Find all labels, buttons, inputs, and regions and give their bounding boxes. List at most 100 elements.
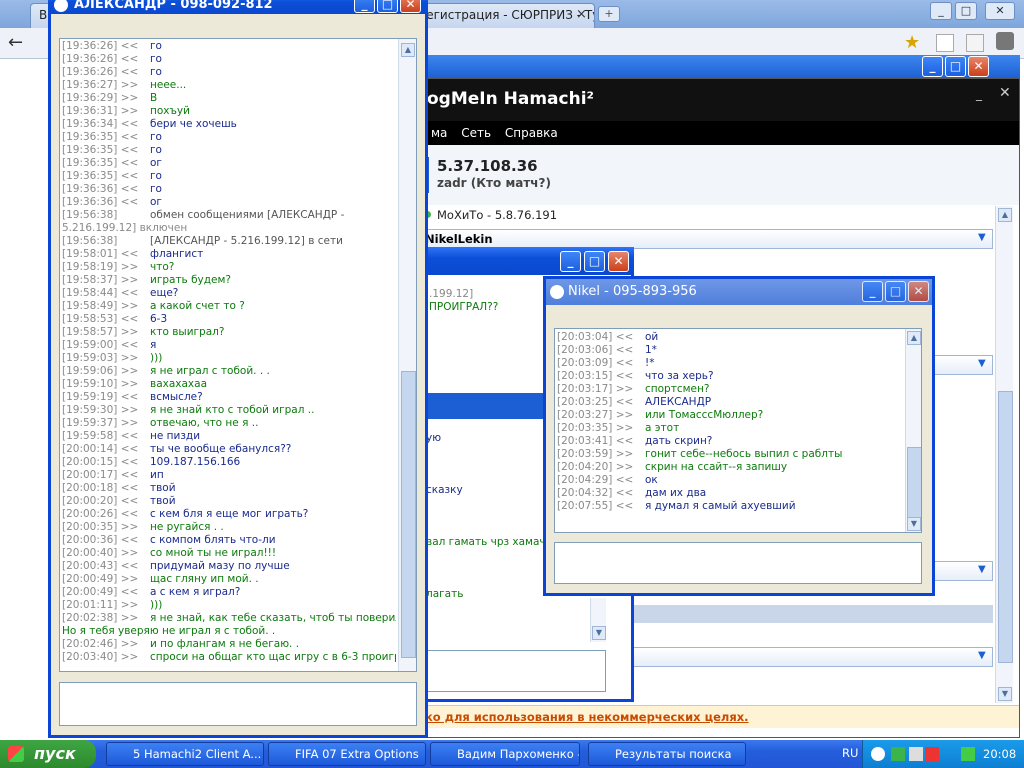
hamachi-outer-minimize[interactable]: _	[922, 56, 943, 77]
message-input-alexander[interactable]	[59, 682, 417, 726]
message-text: скрин на ссайт--я запишу	[645, 461, 788, 473]
message-text: а этот	[645, 422, 680, 434]
chat-message: [19:56:38] обмен сообщениями [АЛЕКСАНДР -	[62, 209, 396, 222]
nikel-minimize-button[interactable]: _	[862, 281, 883, 302]
message-timestamp: [19:58:57] >>	[62, 326, 139, 338]
peer-entry[interactable]: МоХиТо - 5.8.76.191	[437, 208, 557, 222]
browser-minimize-button[interactable]: _	[930, 2, 952, 20]
scroll-down-icon[interactable]: ▼	[907, 517, 921, 531]
browser-close-button[interactable]: ✕	[985, 2, 1015, 20]
menu-item-network[interactable]: Сеть	[461, 121, 491, 145]
chevron-down-icon: ▼	[978, 358, 986, 369]
message-text: бери че хочешь	[150, 118, 237, 130]
taskbar-item-hamachi[interactable]: 5 Hamachi2 Client A...	[106, 742, 264, 766]
chat-title: Nikel - 095-893-956	[568, 284, 697, 299]
browser-tab-registration[interactable]: Регистрация - СЮРПРИЗ - Ту	[410, 3, 595, 28]
chat-message: [19:36:29] >> В	[62, 92, 396, 105]
new-tab-button[interactable]: +	[598, 6, 620, 22]
message-text: с компом блять что-ли	[150, 534, 276, 546]
taskbar-item-label: Результаты поиска	[615, 747, 732, 761]
message-text: с кем бля я еще мог играть?	[150, 508, 309, 520]
message-timestamp: [19:36:36] <<	[62, 183, 139, 195]
taskbar-item-browser[interactable]: Вадим Пархоменко -...	[430, 742, 580, 766]
message-text: )))	[150, 599, 163, 611]
selected-network-row[interactable]	[620, 605, 993, 623]
nikel-log-scrollbar[interactable]: ▲ ▼	[905, 329, 921, 532]
chat-message: [19:36:26] << го	[62, 66, 396, 79]
bg-chat-close[interactable]: ✕	[608, 251, 629, 272]
extension-icon[interactable]	[966, 34, 984, 52]
chat-message: [19:59:03] >>)))	[62, 352, 396, 365]
hamachi-scrollbar[interactable]: ▲ ▼	[995, 206, 1013, 703]
network-dropdown-3[interactable]: ▼	[930, 561, 993, 581]
alex-close-button[interactable]: ✕	[400, 0, 421, 13]
message-timestamp: [20:03:59] >>	[557, 448, 634, 460]
message-text: щас гляну ип мой. .	[150, 573, 259, 585]
extension-k-icon[interactable]	[936, 34, 954, 52]
language-indicator[interactable]: RU	[842, 746, 858, 760]
scroll-thumb[interactable]	[401, 371, 416, 658]
windows-logo-icon	[8, 746, 24, 762]
bookmark-star-icon[interactable]: ★	[904, 32, 920, 53]
chat-message: [19:36:35] << го	[62, 170, 396, 183]
scroll-up-icon[interactable]: ▲	[907, 331, 921, 345]
tray-network-icon[interactable]	[909, 747, 923, 761]
tray-connection-icon[interactable]	[961, 747, 975, 761]
close-tab-icon[interactable]: ×	[576, 7, 587, 22]
chat-log-nikel: [20:03:04] << ой [20:03:06] << 1* [20:03:09]…	[554, 328, 922, 533]
nikel-maximize-button[interactable]: □	[885, 281, 906, 302]
scroll-up-icon[interactable]: ▲	[401, 43, 415, 57]
message-text: спортсмен?	[645, 383, 710, 395]
message-text: всмысле?	[150, 391, 203, 403]
chat-message: [19:59:58] << не пизди	[62, 430, 396, 443]
hamachi-outer-close[interactable]: ✕	[968, 56, 989, 77]
bg-chat-minimize[interactable]: _	[560, 251, 581, 272]
nikel-close-button[interactable]: ✕	[908, 281, 929, 302]
message-text: что?	[150, 261, 175, 273]
network-dropdown[interactable]: NikelLekin ▼	[421, 229, 993, 249]
alex-maximize-button[interactable]: □	[377, 0, 398, 13]
bg-chat-maximize[interactable]: □	[584, 251, 605, 272]
start-button[interactable]: пуск	[0, 740, 96, 768]
chat-message: [20:00:18] << твой	[62, 482, 396, 495]
back-arrow-icon[interactable]: ←	[8, 32, 23, 53]
scroll-down-icon[interactable]: ▼	[592, 626, 606, 640]
chat-message: [20:02:46] >> и по флангам я не бегаю. .	[62, 638, 396, 651]
license-text[interactable]: ко для использования в некоммерческих це…	[425, 710, 749, 724]
hamachi-outer-maximize[interactable]: □	[945, 56, 966, 77]
hamachi-close[interactable]: ✕	[999, 85, 1011, 101]
tray-app-icon[interactable]	[891, 747, 905, 761]
hamachi-minimize[interactable]: _	[976, 87, 982, 101]
bg-chat-input[interactable]	[426, 650, 606, 692]
bg-chat-line: вал гамать чрз хамача	[426, 536, 553, 548]
tray-expand-icon[interactable]	[871, 747, 885, 761]
scroll-down-icon[interactable]: ▼	[998, 687, 1012, 701]
taskbar-item-fifa[interactable]: FIFA 07 Extra Options	[268, 742, 426, 766]
scroll-up-icon[interactable]: ▲	[998, 208, 1012, 222]
alex-minimize-button[interactable]: _	[354, 0, 375, 13]
network-dropdown-2[interactable]: ▼	[930, 355, 993, 375]
network-dropdown-4[interactable]: ▼	[620, 647, 993, 667]
message-text: обмен сообщениями [АЛЕКСАНДР -	[150, 209, 345, 221]
alex-log-scrollbar[interactable]: ▲	[398, 39, 416, 671]
chat-message: [20:04:20] >> скрин на ссайт--я запишу	[557, 461, 901, 474]
message-timestamp: [20:00:40] >>	[62, 547, 139, 559]
message-timestamp: [19:36:34] <<	[62, 118, 139, 130]
scroll-thumb[interactable]	[998, 391, 1013, 663]
hamachi-status-panel: 5.37.108.36 zadr (Кто матч?)	[421, 145, 1019, 205]
message-text: не ругайся . .	[150, 521, 224, 533]
message-text: кто выиграл?	[150, 326, 225, 338]
tray-antivirus-icon[interactable]	[925, 747, 939, 761]
message-text: твой	[150, 495, 176, 507]
message-input-nikel[interactable]	[554, 542, 922, 584]
bg-chat-scrollbar[interactable]: ▼	[590, 598, 606, 642]
scroll-thumb[interactable]	[907, 447, 921, 519]
message-timestamp: [19:36:27] >>	[62, 79, 139, 91]
menu-item-help[interactable]: Справка	[505, 121, 558, 145]
wrench-icon[interactable]	[996, 32, 1014, 50]
browser-maximize-button[interactable]: □	[955, 2, 977, 20]
menu-item-system[interactable]: ма	[431, 121, 447, 145]
taskbar-item-search-results[interactable]: Результаты поиска	[588, 742, 746, 766]
message-timestamp: [20:03:25] <<	[557, 396, 634, 408]
chat-message: [19:36:27] >> неее...	[62, 79, 396, 92]
